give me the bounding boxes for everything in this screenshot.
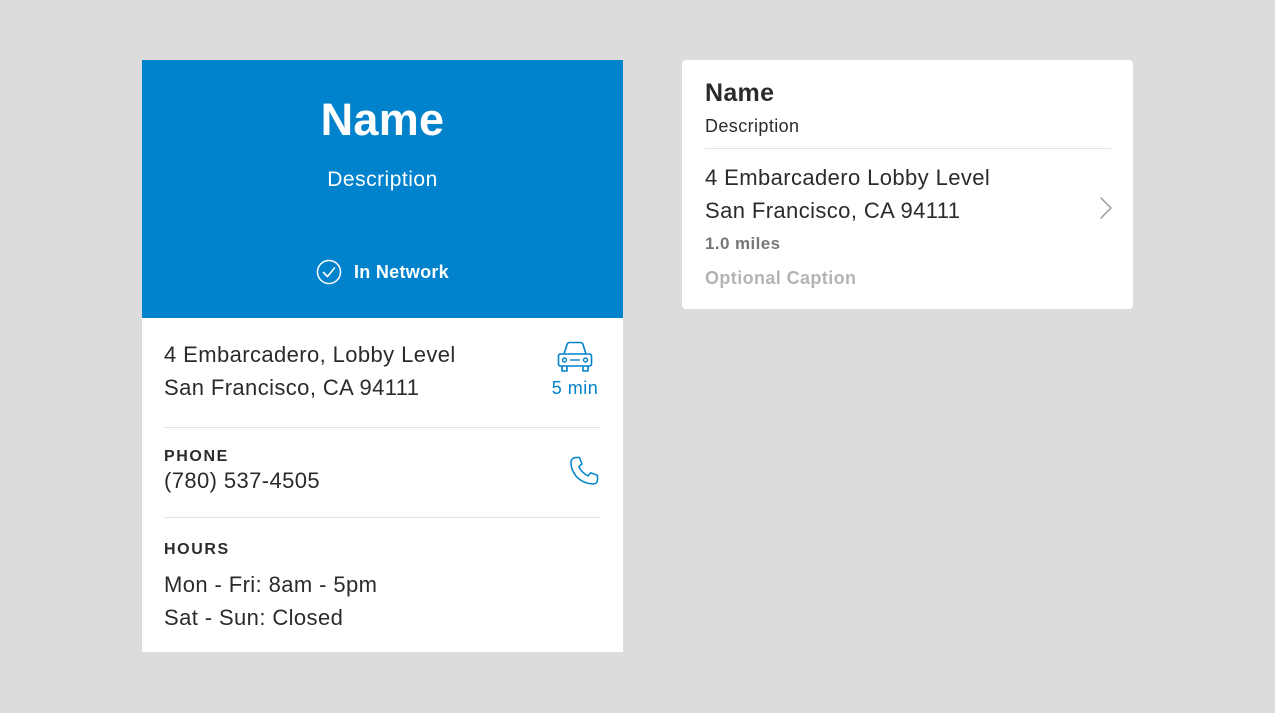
phone-icon[interactable] (567, 454, 601, 488)
summary-distance: 1.0 miles (705, 234, 781, 253)
hours-line: Mon - Fri: 8am - 5pm (164, 572, 378, 597)
hours-section: HOURS Mon - Fri: 8am - 5pm Sat - Sun: Cl… (164, 541, 601, 641)
network-status-label: In Network (353, 261, 449, 282)
phone-section[interactable]: PHONE (780) 537-4505 (164, 448, 601, 518)
address-line-2: San Francisco, CA 94111 (164, 375, 420, 400)
summary-address: 4 Embarcadero Lobby Level San Francisco,… (705, 161, 990, 227)
summary-caption: Optional Caption (705, 268, 857, 288)
directions-button[interactable]: 5 min (549, 340, 601, 399)
divider (705, 148, 1111, 149)
location-description: Description (327, 168, 438, 191)
summary-address-line-2: San Francisco, CA 94111 (705, 198, 961, 223)
car-icon (557, 341, 593, 372)
hours-line: Sat - Sun: Closed (164, 605, 344, 630)
location-summary-card[interactable]: Name Description 4 Embarcadero Lobby Lev… (682, 60, 1133, 309)
phone-number[interactable]: (780) 537-4505 (164, 468, 601, 494)
detail-header: Name Description In Network (142, 60, 623, 318)
location-detail-card: Name Description In Network 4 Embarcader… (142, 60, 623, 652)
divider (164, 517, 601, 518)
summary-description: Description (705, 116, 800, 136)
address-section[interactable]: 4 Embarcadero, Lobby Level San Francisco… (164, 338, 601, 428)
phone-label: PHONE (164, 448, 229, 465)
travel-time: 5 min (551, 378, 599, 398)
hours-label: HOURS (164, 541, 230, 558)
check-circle-icon (316, 259, 342, 285)
summary-name: Name (705, 79, 775, 107)
address-line-1: 4 Embarcadero, Lobby Level (164, 342, 456, 367)
chevron-right-icon[interactable] (1099, 196, 1113, 220)
divider (164, 427, 601, 428)
summary-address-line-1: 4 Embarcadero Lobby Level (705, 165, 991, 190)
network-status: In Network (142, 259, 623, 285)
location-name: Name (320, 94, 445, 145)
